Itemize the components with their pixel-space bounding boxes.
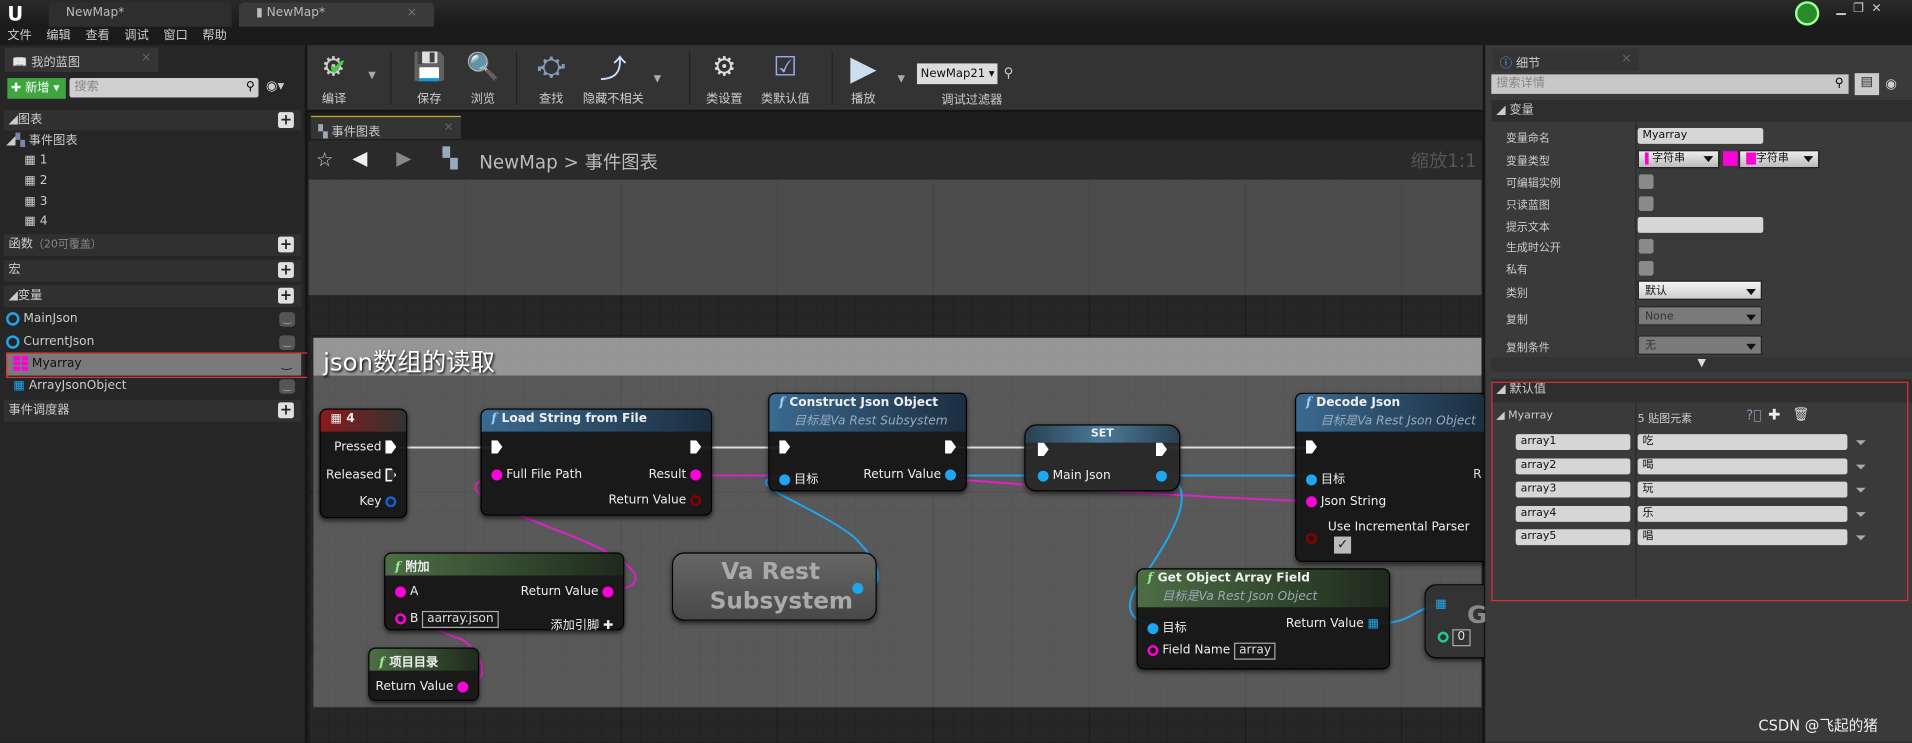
- key-pin[interactable]: Key: [359, 495, 397, 508]
- container-type-array-icon[interactable]: [1723, 151, 1738, 166]
- variable-section-header[interactable]: ◢ 变量: [1491, 99, 1912, 122]
- subsystem-out-pin[interactable]: [852, 582, 864, 595]
- result-pin[interactable]: Result: [649, 468, 702, 482]
- json-string-pin[interactable]: Json String: [1305, 495, 1386, 508]
- field-name-input[interactable]: array: [1234, 642, 1276, 660]
- load-string-from-file-node[interactable]: f Load String from File Full File Path Re…: [480, 408, 713, 516]
- search-icon: ⚲: [1834, 76, 1844, 91]
- released-pin[interactable]: Released: [326, 468, 397, 482]
- exec-out-pin[interactable]: [690, 440, 702, 454]
- function-icon: f: [395, 560, 401, 575]
- exec-out-pin[interactable]: [945, 440, 957, 454]
- category-select[interactable]: 默认: [1637, 280, 1763, 300]
- instance-editable-checkbox[interactable]: [1638, 174, 1654, 190]
- index-pin[interactable]: 0: [1437, 629, 1471, 647]
- advanced-expand-arrow-icon[interactable]: ▼: [1491, 357, 1912, 372]
- node-header: ▦ 4: [320, 409, 407, 432]
- target-pin[interactable]: 目标: [1305, 468, 1345, 487]
- details-info-icon: ⓘ: [1499, 57, 1513, 71]
- plus-icon: ✚: [603, 619, 614, 633]
- array-pin-icon: ▦: [1367, 617, 1380, 631]
- function-icon: f: [1147, 571, 1153, 586]
- details-tab[interactable]: ⓘ 细节 ×: [1492, 48, 1639, 71]
- field-name-pin[interactable]: Field Name array: [1147, 642, 1276, 660]
- get-object-array-field-node[interactable]: f Get Object Array Field 目标是Va Rest Json O…: [1136, 568, 1391, 670]
- use-incremental-parser-checkbox[interactable]: ✓: [1334, 536, 1352, 554]
- container-type-select[interactable]: 字符串: [1738, 149, 1820, 169]
- full-file-path-pin[interactable]: Full File Path: [491, 468, 582, 482]
- function-icon: f: [491, 412, 497, 426]
- return-value-pin[interactable]: Return Value: [376, 680, 469, 694]
- exec-in-pin[interactable]: [491, 440, 503, 454]
- add-pin-button[interactable]: 添加引脚 ✚: [550, 615, 614, 633]
- construct-json-object-node[interactable]: f Construct Json Object 目标是Va Rest Subsyst…: [768, 392, 967, 492]
- main-json-out-pin[interactable]: [1155, 469, 1167, 482]
- return-value-pin[interactable]: Return Value ▦: [1286, 617, 1379, 630]
- decode-json-node[interactable]: f Decode Json 目标是Va Rest Json Object 目标 R …: [1295, 392, 1485, 563]
- pressed-pin[interactable]: Pressed: [334, 440, 397, 454]
- exec-in-pin[interactable]: [1037, 442, 1049, 457]
- watermark: CSDN @飞起的猪: [1758, 717, 1878, 735]
- set-main-json-node[interactable]: SET Main Json: [1024, 424, 1181, 492]
- array-get-node[interactable]: ▦ G 0: [1424, 584, 1487, 659]
- replication-condition-select[interactable]: 无: [1637, 335, 1763, 355]
- return-value-pin[interactable]: Return Value: [608, 494, 702, 507]
- return-value-pin[interactable]: Return Value: [521, 585, 614, 599]
- exec-in-pin[interactable]: [1305, 440, 1317, 454]
- highlight-box: [1491, 381, 1909, 602]
- main-json-pin[interactable]: Main Json: [1037, 469, 1111, 483]
- keyboard-icon: ▦: [330, 412, 347, 426]
- details-search-input[interactable]: 搜索详情 ⚲: [1491, 74, 1849, 94]
- exec-in-pin[interactable]: [779, 440, 791, 454]
- append-node[interactable]: f 附加 A B aarray.json Return Value 添加引脚 ✚: [384, 552, 625, 633]
- tooltip-input[interactable]: [1637, 217, 1764, 233]
- function-icon: f: [379, 656, 385, 670]
- exec-out-pin[interactable]: [1155, 442, 1167, 457]
- target-pin[interactable]: 目标: [779, 468, 818, 487]
- target-pin[interactable]: 目标: [1147, 617, 1187, 635]
- use-incremental-parser-pin[interactable]: [1305, 532, 1317, 545]
- key-4-event-node[interactable]: ▦ 4 Pressed Released Key: [319, 408, 408, 519]
- b-pin[interactable]: B aarray.json: [395, 610, 499, 628]
- variable-name-input[interactable]: Myarray: [1637, 128, 1764, 144]
- replication-select[interactable]: None: [1637, 306, 1763, 326]
- view-options-eye-icon[interactable]: ◉: [1885, 76, 1897, 92]
- private-checkbox[interactable]: [1638, 260, 1654, 276]
- blueprint-read-only-checkbox[interactable]: [1638, 196, 1654, 211]
- project-directory-node[interactable]: f 项目目录 Return Value: [368, 647, 480, 702]
- a-pin[interactable]: A: [395, 585, 418, 599]
- b-value-input[interactable]: aarray.json: [422, 610, 499, 628]
- va-rest-subsystem-node[interactable]: Va Rest Subsystem: [671, 552, 877, 621]
- array-pin-icon: ▦: [1435, 597, 1447, 611]
- return-value-pin[interactable]: Return Value: [863, 468, 957, 482]
- function-icon: f: [779, 396, 785, 410]
- function-icon: f: [1305, 396, 1312, 410]
- variable-type-select[interactable]: 字符串: [1637, 149, 1720, 169]
- expose-on-spawn-checkbox[interactable]: [1638, 239, 1654, 254]
- property-matrix-icon[interactable]: ▤: [1854, 73, 1880, 96]
